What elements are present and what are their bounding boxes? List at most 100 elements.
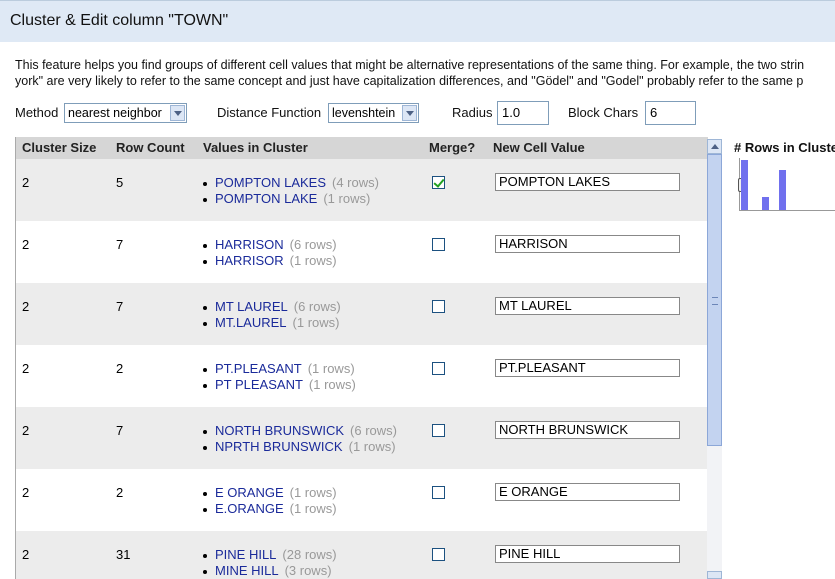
histogram-bar [762, 197, 769, 210]
histogram-bar [741, 160, 748, 210]
cluster-values-list: POMPTON LAKES (4 rows) POMPTON LAKE (1 rows… [201, 175, 379, 207]
cluster-value-link[interactable]: NPRTH BRUNSWICK [215, 439, 343, 454]
table-row: 2 31 PINE HILL (28 rows) MINE HILL (3 rows) PI… [16, 531, 708, 579]
cluster-size-cell: 2 [22, 547, 30, 562]
list-item: PINE HILL (28 rows) [201, 547, 337, 563]
cluster-values-list: NORTH BRUNSWICK (6 rows) NPRTH BRUNSWICK (1… [201, 423, 397, 455]
merge-checkbox[interactable] [432, 238, 445, 251]
radius-label: Radius [452, 105, 493, 120]
new-cell-value-input[interactable]: E ORANGE [495, 483, 680, 501]
table-scrollbar[interactable] [707, 139, 722, 579]
cluster-size-cell: 2 [22, 423, 30, 438]
list-item: NPRTH BRUNSWICK (1 rows) [201, 439, 397, 455]
cluster-value-link[interactable]: MINE HILL [215, 563, 279, 578]
merge-checkbox[interactable] [432, 362, 445, 375]
cluster-values-list: E ORANGE (1 rows) E.ORANGE (1 rows) [201, 485, 337, 517]
rows-in-cluster-title: # Rows in Cluste [734, 140, 835, 155]
list-item: MT LAUREL (6 rows) [201, 299, 341, 315]
cluster-value-count: (1 rows) [323, 191, 371, 206]
merge-checkbox[interactable] [432, 300, 445, 313]
table-row: 2 7 MT LAUREL (6 rows) MT.LAUREL (1 rows) MT L… [16, 283, 708, 345]
scroll-up-button[interactable] [707, 139, 722, 154]
histogram-bar [778, 170, 786, 210]
table-row: 2 5 POMPTON LAKES (4 rows) POMPTON LAKE (1 ro… [16, 159, 708, 221]
new-cell-value-input[interactable]: HARRISON [495, 235, 680, 253]
description: This feature helps you find groups of di… [15, 57, 835, 89]
cluster-size-cell: 2 [22, 175, 30, 190]
cluster-value-link[interactable]: MT LAUREL [215, 299, 288, 314]
list-item: MINE HILL (3 rows) [201, 563, 337, 579]
new-cell-value-input[interactable]: PINE HILL [495, 545, 680, 563]
list-item: POMPTON LAKE (1 rows) [201, 191, 379, 207]
table-row: 22E ORANGE (1 rows) E.ORANGE (1 rows) E ORAN… [16, 469, 708, 531]
header-values-in-cluster: Values in Cluster [203, 140, 308, 155]
table-row: 2 7 HARRISON (6 rows) HARRISOR (1 rows) HARRIS… [16, 221, 708, 283]
row-count-cell: 7 [116, 237, 124, 252]
description-line-2: york" are very likely to refer to the sa… [15, 74, 804, 88]
new-cell-value-input[interactable]: POMPTON LAKES [495, 173, 680, 191]
new-cell-value-input[interactable]: PT.PLEASANT [495, 359, 680, 377]
cluster-values-list: HARRISON (6 rows) HARRISOR (1 rows) [201, 237, 337, 269]
cluster-value-link[interactable]: HARRISOR [215, 253, 284, 268]
list-item: HARRISON (6 rows) [201, 237, 337, 253]
distance-function-label: Distance Function [217, 105, 322, 120]
scroll-down-button[interactable] [707, 571, 722, 579]
cluster-value-count: (1 rows) [292, 315, 340, 330]
row-count-cell: 2 [116, 361, 124, 376]
header-merge: Merge? [429, 140, 476, 155]
cluster-values-list: PINE HILL (28 rows) MINE HILL (3 rows) [201, 547, 337, 579]
list-item: E.ORANGE (1 rows) [201, 501, 337, 517]
cluster-value-link[interactable]: E ORANGE [215, 485, 284, 500]
block-chars-input[interactable]: 6 [645, 101, 696, 125]
cluster-value-count: (1 rows) [289, 253, 337, 268]
cluster-value-link[interactable]: POMPTON LAKES [215, 175, 326, 190]
merge-checkbox[interactable] [432, 424, 445, 437]
radius-input[interactable]: 1.0 [497, 101, 549, 125]
cluster-value-count: (1 rows) [307, 361, 355, 376]
method-label: Method [15, 105, 59, 120]
distance-function-select[interactable]: levenshtein [328, 103, 419, 123]
clusters-table: Cluster Size Row Count Values in Cluster… [15, 137, 708, 579]
cluster-value-count: (1 rows) [308, 377, 356, 392]
cluster-value-link[interactable]: HARRISON [215, 237, 284, 252]
new-cell-value-input[interactable]: MT LAUREL [495, 297, 680, 315]
cluster-value-count: (28 rows) [282, 547, 337, 562]
cluster-size-cell: 2 [22, 299, 30, 314]
rows-in-cluster-panel: # Rows in Cluste [734, 140, 835, 211]
method-select[interactable]: nearest neighbor [64, 103, 187, 123]
row-count-cell: 5 [116, 175, 124, 190]
merge-checkbox[interactable] [432, 486, 445, 499]
cluster-size-cell: 2 [22, 361, 30, 376]
description-line-1: This feature helps you find groups of di… [15, 58, 805, 72]
cluster-value-link[interactable]: NORTH BRUNSWICK [215, 423, 344, 438]
header-cluster-size: Cluster Size [22, 140, 97, 155]
cluster-value-link[interactable]: PT PLEASANT [215, 377, 303, 392]
chevron-down-icon[interactable] [402, 105, 417, 121]
cluster-value-count: (6 rows) [289, 237, 337, 252]
merge-checkbox[interactable] [432, 548, 445, 561]
cluster-value-link[interactable]: E.ORANGE [215, 501, 284, 516]
row-count-cell: 2 [116, 485, 124, 500]
cluster-value-link[interactable]: PINE HILL [215, 547, 276, 562]
chevron-down-icon[interactable] [170, 105, 185, 121]
row-count-cell: 7 [116, 423, 124, 438]
header-new-cell-value: New Cell Value [493, 140, 585, 155]
cluster-value-count: (3 rows) [284, 563, 332, 578]
scroll-thumb[interactable] [707, 154, 722, 446]
cluster-value-count: (4 rows) [332, 175, 379, 190]
table-row: 2 7 NORTH BRUNSWICK (6 rows) NPRTH BRUNSWICK… [16, 407, 708, 469]
cluster-values-list: PT.PLEASANT (1 rows) PT PLEASANT (1 rows) [201, 361, 356, 393]
table-header: Cluster Size Row Count Values in Cluster… [16, 137, 708, 159]
merge-checkbox[interactable] [432, 176, 445, 189]
cluster-value-count: (6 rows) [293, 299, 341, 314]
cluster-value-link[interactable]: MT.LAUREL [215, 315, 287, 330]
new-cell-value-input[interactable]: NORTH BRUNSWICK [495, 421, 680, 439]
list-item: POMPTON LAKES (4 rows) [201, 175, 379, 191]
cluster-value-link[interactable]: PT.PLEASANT [215, 361, 302, 376]
cluster-value-count: (1 rows) [289, 485, 337, 500]
row-count-cell: 7 [116, 299, 124, 314]
list-item: PT PLEASANT (1 rows) [201, 377, 356, 393]
list-item: PT.PLEASANT (1 rows) [201, 361, 356, 377]
cluster-value-link[interactable]: POMPTON LAKE [215, 191, 317, 206]
header-row-count: Row Count [116, 140, 185, 155]
